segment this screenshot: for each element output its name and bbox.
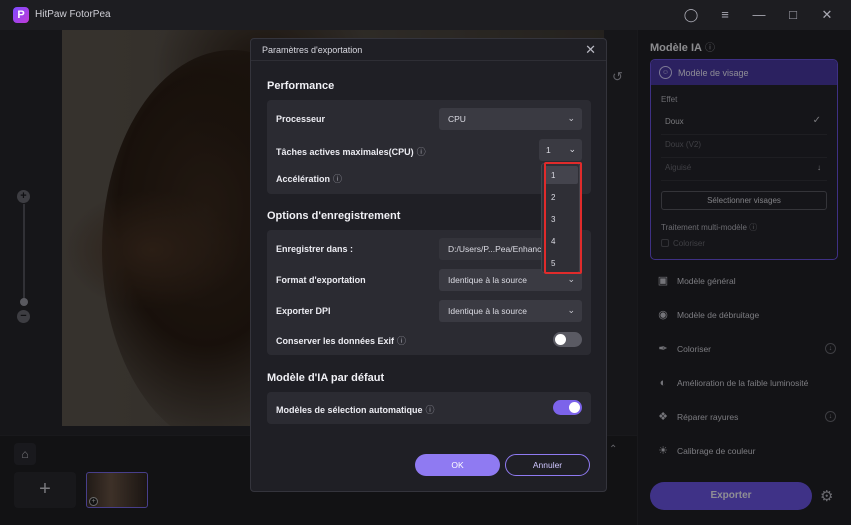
ok-button[interactable]: OK xyxy=(415,454,500,476)
processor-label: Processeur xyxy=(276,114,326,124)
save-in-label: Enregistrer dans : xyxy=(276,244,354,254)
user-icon[interactable]: ◯ xyxy=(682,6,700,24)
exif-toggle[interactable] xyxy=(553,332,582,347)
export-dpi-dropdown[interactable]: Identique à la source ⌄ xyxy=(439,300,582,322)
dialog-header: Paramètres d'exportation ✕ xyxy=(251,39,606,61)
exif-label: Conserver les données Exif ⓘ xyxy=(276,336,407,346)
app-logo-icon: P xyxy=(13,7,29,23)
processor-value: CPU xyxy=(448,114,466,124)
highlight-annotation xyxy=(544,162,582,274)
default-ai-card: Modèles de sélection automatique ⓘ xyxy=(267,392,591,424)
auto-selection-toggle[interactable] xyxy=(553,400,582,415)
toggle-knob xyxy=(555,334,566,345)
export-dpi-value: Identique à la source xyxy=(448,306,527,316)
maximize-icon[interactable]: □ xyxy=(784,6,802,24)
info-icon[interactable]: ⓘ xyxy=(417,147,426,157)
chevron-down-icon: ⌄ xyxy=(567,113,575,123)
menu-icon[interactable]: ≡ xyxy=(716,6,734,24)
close-icon[interactable]: ✕ xyxy=(585,42,596,58)
minimize-icon[interactable]: — xyxy=(750,6,768,24)
info-icon[interactable]: ⓘ xyxy=(426,405,435,415)
app-title: HitPaw FotorPea xyxy=(35,9,111,20)
close-icon[interactable]: ✕ xyxy=(818,6,836,24)
info-icon[interactable]: ⓘ xyxy=(397,336,406,346)
max-tasks-label: Tâches actives maximales(CPU) ⓘ xyxy=(276,147,426,157)
export-format-value: Identique à la source xyxy=(448,275,527,285)
info-icon[interactable]: ⓘ xyxy=(333,174,342,184)
section-title-save-options: Options d'enregistrement xyxy=(267,210,401,222)
title-bar: P HitPaw FotorPea ◯ ≡ — □ ✕ xyxy=(0,0,851,30)
max-tasks-value: 1 xyxy=(546,145,551,155)
auto-selection-label: Modèles de sélection automatique ⓘ xyxy=(276,405,435,415)
max-tasks-dropdown[interactable]: 1 ⌄ xyxy=(539,139,582,161)
chevron-down-icon: ⌄ xyxy=(568,144,576,154)
dialog-title: Paramètres d'exportation xyxy=(262,45,363,55)
chevron-down-icon: ⌄ xyxy=(567,305,575,315)
processor-dropdown[interactable]: CPU ⌄ xyxy=(439,108,582,130)
save-path-value: D:/Users/P...Pea/Enhanced xyxy=(448,244,551,254)
export-format-label: Format d'exportation xyxy=(276,275,366,285)
chevron-down-icon: ⌄ xyxy=(567,274,575,284)
cancel-button[interactable]: Annuler xyxy=(505,454,590,476)
section-title-default-ai: Modèle d'IA par défaut xyxy=(267,372,385,384)
export-dpi-label: Exporter DPI xyxy=(276,306,331,316)
acceleration-label: Accélération ⓘ xyxy=(276,174,343,184)
section-title-performance: Performance xyxy=(267,80,335,92)
toggle-knob xyxy=(569,402,580,413)
